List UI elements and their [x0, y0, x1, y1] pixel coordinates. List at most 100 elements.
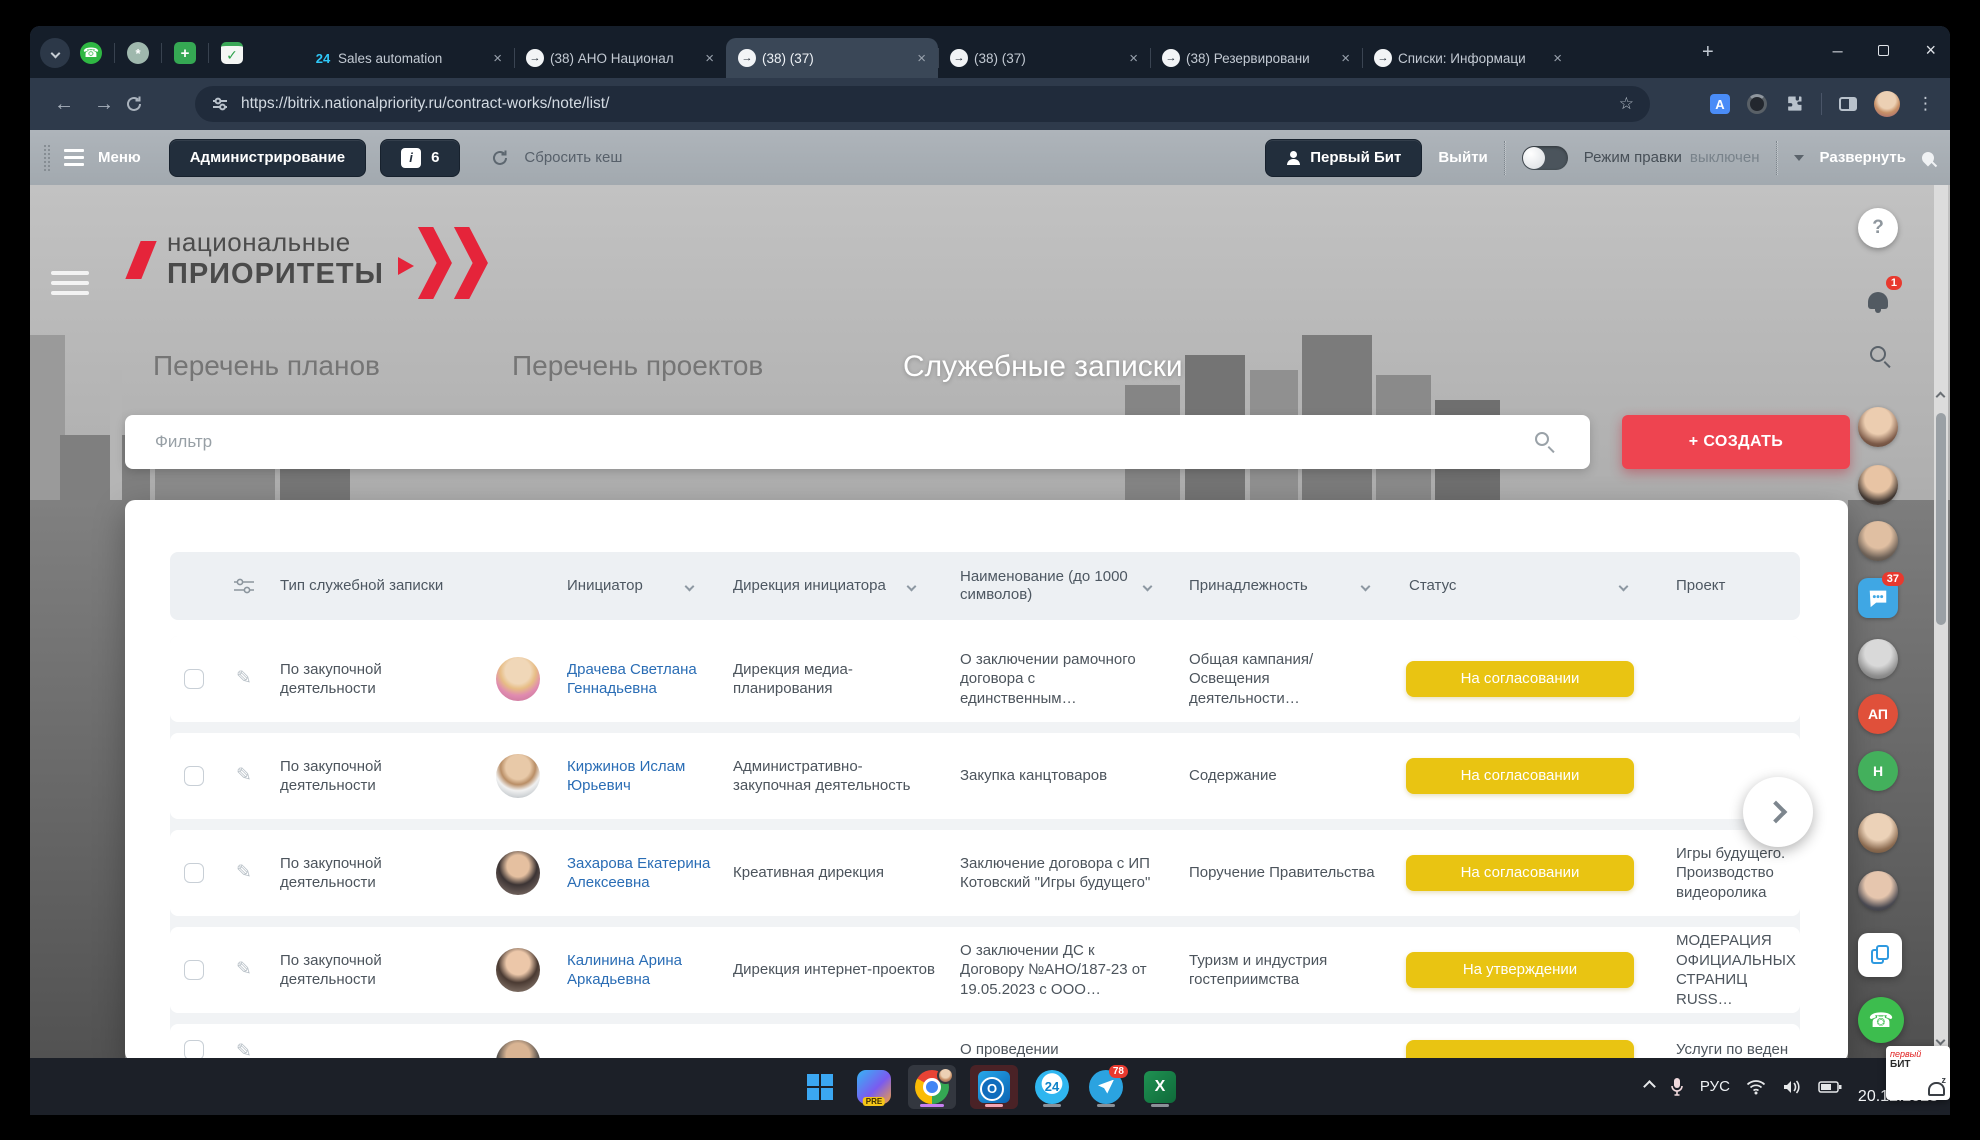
copy-documents-button[interactable] [1858, 933, 1902, 977]
close-icon[interactable]: × [1125, 50, 1142, 67]
header-direction[interactable]: Дирекция инициатора [713, 577, 935, 595]
tab-38-37[interactable]: → (38) (37) × [938, 38, 1150, 78]
row-checkbox[interactable] [184, 960, 204, 980]
scroll-up-icon[interactable] [1936, 392, 1946, 402]
header-status[interactable]: Статус [1389, 577, 1651, 595]
user-avatar[interactable] [1858, 639, 1898, 679]
expand-button[interactable]: Развернуть [1820, 149, 1906, 166]
notifications-bell[interactable]: 1 [1858, 280, 1898, 320]
copilot-button[interactable]: PRE [854, 1065, 894, 1109]
chevron-down-icon[interactable] [685, 581, 695, 591]
edit-icon[interactable] [236, 1040, 252, 1058]
battery-icon[interactable] [1818, 1081, 1842, 1093]
header-project[interactable]: Проект [1651, 577, 1800, 595]
chat-button[interactable]: 37 [1858, 578, 1898, 618]
extensions-puzzle-icon[interactable] [1784, 94, 1804, 114]
reload-button[interactable] [124, 94, 164, 114]
translate-extension-icon[interactable]: A [1710, 94, 1730, 114]
table-row[interactable]: По закупочной деятельности Захарова Екат… [170, 830, 1800, 916]
tab-reservation[interactable]: → (38) Резервировани × [1150, 38, 1362, 78]
new-tab-button[interactable]: + [1702, 42, 1714, 62]
chevron-down-icon[interactable] [1619, 581, 1629, 591]
edit-icon[interactable] [236, 861, 252, 886]
table-row[interactable]: По закупочной деятельности Киржинов Исла… [170, 733, 1800, 819]
admin-menu-icon[interactable] [64, 149, 84, 166]
bitrix-pinned-tab[interactable]: + [168, 36, 202, 70]
excel-taskbar-button[interactable]: X [1140, 1065, 1180, 1109]
nav-plans[interactable]: Перечень планов [153, 350, 380, 382]
close-window-button[interactable]: × [1925, 40, 1936, 61]
initiator-avatar[interactable] [496, 948, 540, 992]
telegram-taskbar-button[interactable]: 78 [1086, 1065, 1126, 1109]
volume-icon[interactable] [1782, 1079, 1802, 1095]
close-icon[interactable]: × [701, 50, 718, 67]
microphone-icon[interactable] [1670, 1077, 1684, 1097]
calendar-pinned-tab[interactable]: ✓ [215, 36, 249, 70]
chevron-down-icon[interactable] [1361, 581, 1371, 591]
admin-menu-label[interactable]: Меню [98, 149, 141, 166]
maximize-button[interactable] [1878, 45, 1889, 56]
close-icon[interactable]: × [1549, 50, 1566, 67]
reset-cache-icon[interactable] [490, 148, 510, 168]
profile-avatar[interactable] [1874, 91, 1900, 117]
user-avatar[interactable] [1858, 407, 1898, 447]
reset-cache-label[interactable]: Сбросить кеш [524, 149, 622, 166]
user-avatar[interactable] [1858, 813, 1898, 853]
next-page-button[interactable] [1743, 777, 1813, 847]
logout-link[interactable]: Выйти [1438, 149, 1487, 166]
header-type[interactable]: Тип служебной записки [270, 577, 475, 595]
tab-sales-automation[interactable]: 24 Sales automation × [302, 38, 514, 78]
row-checkbox[interactable] [184, 766, 204, 786]
start-button[interactable] [800, 1065, 840, 1109]
chatgpt-pinned-tab[interactable]: * [121, 36, 155, 70]
first-bit-tray-popup[interactable]: первый БИТ [1886, 1046, 1950, 1100]
address-bar[interactable]: https://bitrix.nationalpriority.ru/contr… [195, 86, 1650, 122]
user-monogram-ap[interactable]: АП [1858, 694, 1898, 734]
chevron-down-icon[interactable] [1143, 581, 1153, 591]
panel-search-button[interactable] [1858, 334, 1898, 374]
tab-ano-national[interactable]: → (38) АНО Национал × [514, 38, 726, 78]
current-user-button[interactable]: Первый Бит [1265, 139, 1422, 177]
header-belonging[interactable]: Принадлежность [1167, 577, 1389, 595]
table-row[interactable]: По закупочной деятельности Калинина Арин… [170, 927, 1800, 1013]
row-checkbox[interactable] [184, 863, 204, 883]
initiator-avatar[interactable] [496, 1040, 540, 1058]
close-icon[interactable]: × [489, 50, 506, 67]
chevron-down-icon[interactable] [907, 581, 917, 591]
language-indicator[interactable]: РУС [1700, 1078, 1730, 1095]
initiator-link[interactable]: Калинина Арина Аркадьевна [567, 952, 682, 989]
initiator-avatar[interactable] [496, 657, 540, 701]
phone-button[interactable]: ☎ [1858, 997, 1904, 1043]
user-avatar[interactable] [1858, 871, 1898, 911]
wifi-icon[interactable] [1746, 1079, 1766, 1095]
site-settings-icon[interactable] [211, 95, 229, 113]
edit-mode-toggle[interactable] [1522, 146, 1568, 170]
scrollbar-thumb[interactable] [1936, 413, 1946, 625]
table-settings-icon[interactable] [218, 576, 270, 596]
row-checkbox[interactable] [184, 669, 204, 689]
table-row[interactable]: О проведении Услуги по веден [170, 1024, 1800, 1058]
close-icon[interactable]: × [913, 50, 930, 67]
whatsapp-pinned-tab[interactable]: ☎ [74, 36, 108, 70]
tab-active-38-37[interactable]: → (38) (37) × [726, 38, 938, 78]
edit-icon[interactable] [236, 958, 252, 983]
tray-expand-icon[interactable] [1643, 1080, 1656, 1093]
browser-menu-icon[interactable]: ⋮ [1917, 94, 1934, 114]
bitrix24-taskbar-button[interactable]: 24 [1032, 1065, 1072, 1109]
bookmark-star-icon[interactable]: ☆ [1619, 94, 1634, 114]
url-text[interactable]: https://bitrix.nationalpriority.ru/contr… [241, 95, 1607, 113]
forward-button[interactable]: → [84, 93, 124, 116]
nav-memos[interactable]: Служебные записки [903, 350, 1183, 384]
page-scrollbar[interactable] [1934, 185, 1948, 1058]
back-button[interactable]: ← [44, 93, 84, 116]
tab-lists-info[interactable]: → Списки: Информаци × [1362, 38, 1574, 78]
create-button[interactable]: + СОЗДАТЬ [1622, 415, 1850, 469]
chrome-taskbar-button[interactable] [908, 1065, 956, 1109]
row-checkbox[interactable] [184, 1040, 204, 1058]
side-panel-icon[interactable] [1839, 97, 1857, 111]
initiator-avatar[interactable] [496, 851, 540, 895]
initiator-link[interactable]: Киржинов Ислам Юрьевич [567, 758, 685, 795]
minimize-button[interactable]: ─ [1833, 43, 1843, 59]
nav-projects[interactable]: Перечень проектов [512, 350, 763, 382]
header-name[interactable]: Наименование (до 1000 символов) [935, 568, 1167, 604]
